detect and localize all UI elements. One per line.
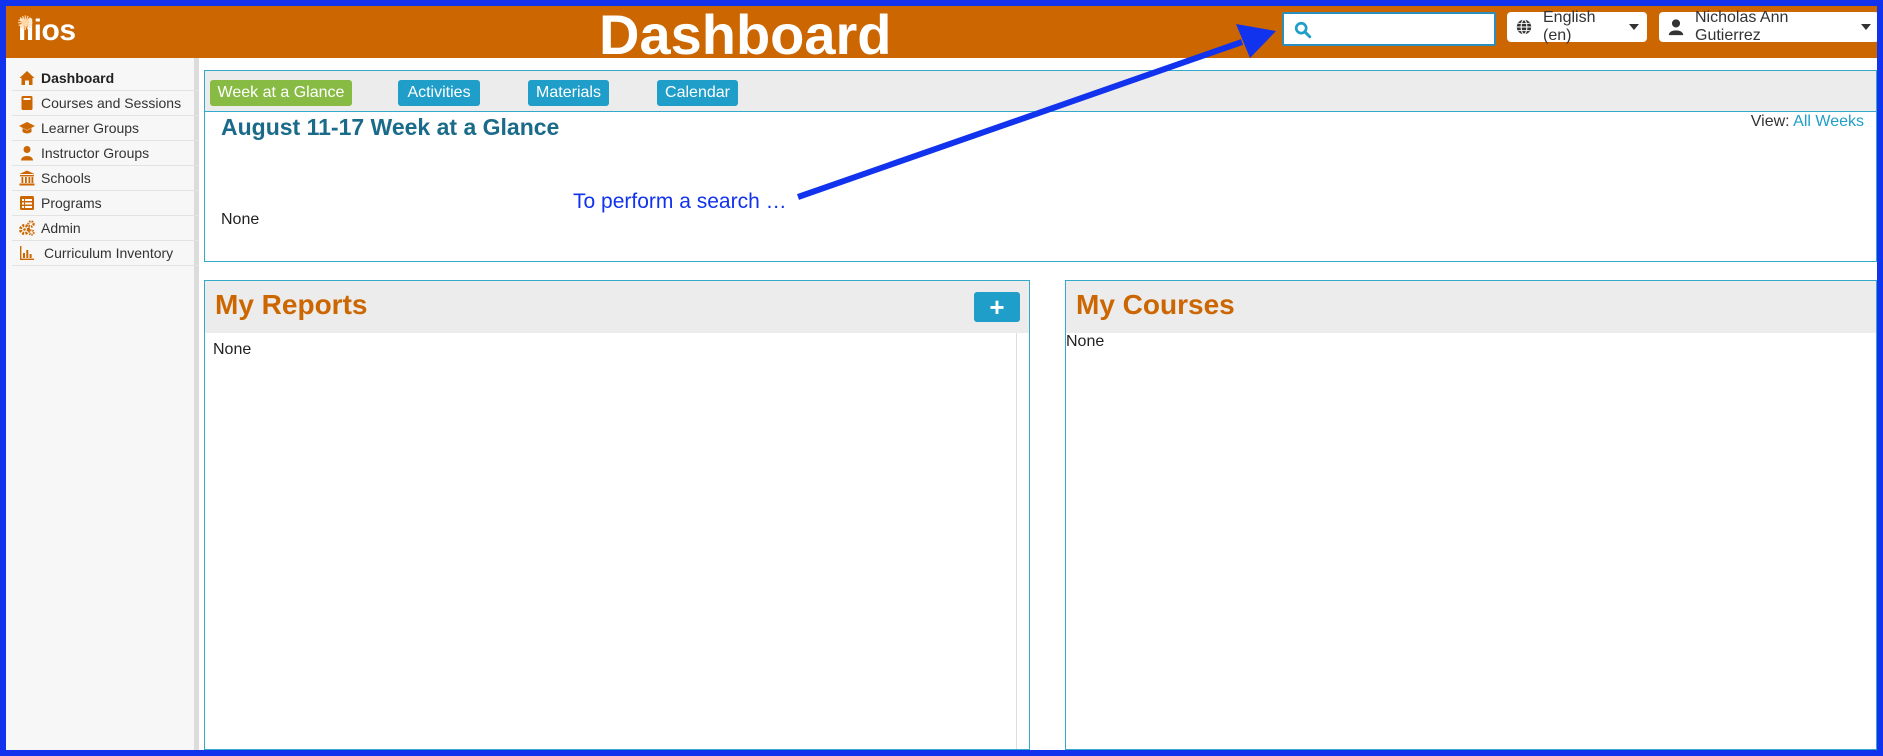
language-label: English (en) [1543, 9, 1596, 44]
add-report-button[interactable]: + [974, 292, 1020, 322]
app-logo[interactable]: ✺ ilios [17, 13, 76, 48]
annotation-text: To perform a search … [573, 190, 787, 213]
sidebar-item-dashboard[interactable]: Dashboard [12, 66, 199, 91]
tab-calendar[interactable]: Calendar [657, 80, 738, 106]
sidebar-nav: Dashboard Courses and Sessions Learner G… [6, 58, 199, 750]
search-input[interactable] [1318, 18, 1490, 42]
sidebar-item-label: Courses and Sessions [41, 95, 182, 111]
sidebar-item-label: Admin [41, 220, 81, 236]
tab-activities[interactable]: Activities [398, 80, 480, 106]
bar-chart-icon [20, 246, 34, 260]
sidebar-item-label: Curriculum Inventory [44, 245, 174, 261]
user-name: Nicholas Ann Gutierrez [1695, 9, 1789, 44]
sidebar-item-label: Learner Groups [41, 120, 140, 136]
logo-star-icon: ✺ [17, 13, 34, 35]
user-menu[interactable]: Nicholas Ann Gutierrez [1659, 9, 1879, 44]
my-reports-panel: My Reports + None [204, 280, 1030, 750]
courses-header: My Courses [1066, 281, 1876, 333]
cogs-icon [19, 220, 35, 236]
graduation-cap-icon [19, 122, 35, 134]
app-header: ✺ ilios Dashboard English (en) Nicholas … [6, 3, 1879, 66]
sidebar-item-learner-groups[interactable]: Learner Groups [12, 116, 199, 141]
my-courses-panel: My Courses None [1065, 280, 1877, 750]
tab-week-at-a-glance[interactable]: Week at a Glance [210, 80, 352, 106]
courses-empty-text: None [1066, 333, 1105, 350]
reports-empty-text: None [213, 341, 252, 358]
user-icon [21, 146, 33, 161]
reports-scrollbar[interactable] [1016, 333, 1017, 749]
view-selector: View: All Weeks [1751, 113, 1864, 131]
institution-icon [19, 170, 35, 186]
tab-materials[interactable]: Materials [528, 80, 609, 106]
globe-icon [1516, 19, 1532, 35]
sidebar-item-curriculum-inventory[interactable]: Curriculum Inventory [12, 241, 199, 266]
week-at-a-glance-panel: August 11-17 Week at a Glance View: All … [204, 112, 1877, 262]
view-label: View: [1750, 113, 1790, 130]
reports-title: My Reports [215, 289, 368, 320]
sidebar-item-courses[interactable]: Courses and Sessions [12, 91, 199, 116]
list-icon [20, 196, 34, 210]
dashboard-tabs: Week at a Glance Activities Materials Ca… [204, 70, 1877, 112]
sidebar-item-label: Schools [41, 170, 91, 186]
sidebar-item-label: Dashboard [41, 70, 115, 86]
week-empty-text: None [221, 211, 260, 228]
search-box[interactable] [1282, 12, 1496, 46]
chevron-down-icon [1629, 24, 1639, 30]
sidebar-item-admin[interactable]: Admin [12, 216, 199, 241]
sidebar-item-programs[interactable]: Programs [12, 191, 199, 216]
chevron-down-icon [1861, 24, 1871, 30]
sidebar-item-label: Instructor Groups [41, 145, 150, 161]
book-icon [21, 96, 33, 110]
week-title: August 11-17 Week at a Glance [221, 114, 560, 140]
home-icon [19, 71, 35, 85]
sidebar-item-schools[interactable]: Schools [12, 166, 199, 191]
reports-header: My Reports + [205, 281, 1029, 333]
page-title: Dashboard [599, 3, 892, 66]
courses-title: My Courses [1076, 289, 1235, 320]
user-icon [1668, 19, 1684, 36]
sidebar-item-instructor-groups[interactable]: Instructor Groups [12, 141, 199, 166]
search-icon [1294, 21, 1312, 39]
language-picker[interactable]: English (en) [1507, 9, 1647, 44]
sidebar-item-label: Programs [41, 195, 102, 211]
all-weeks-link[interactable]: All Weeks [1793, 113, 1864, 130]
